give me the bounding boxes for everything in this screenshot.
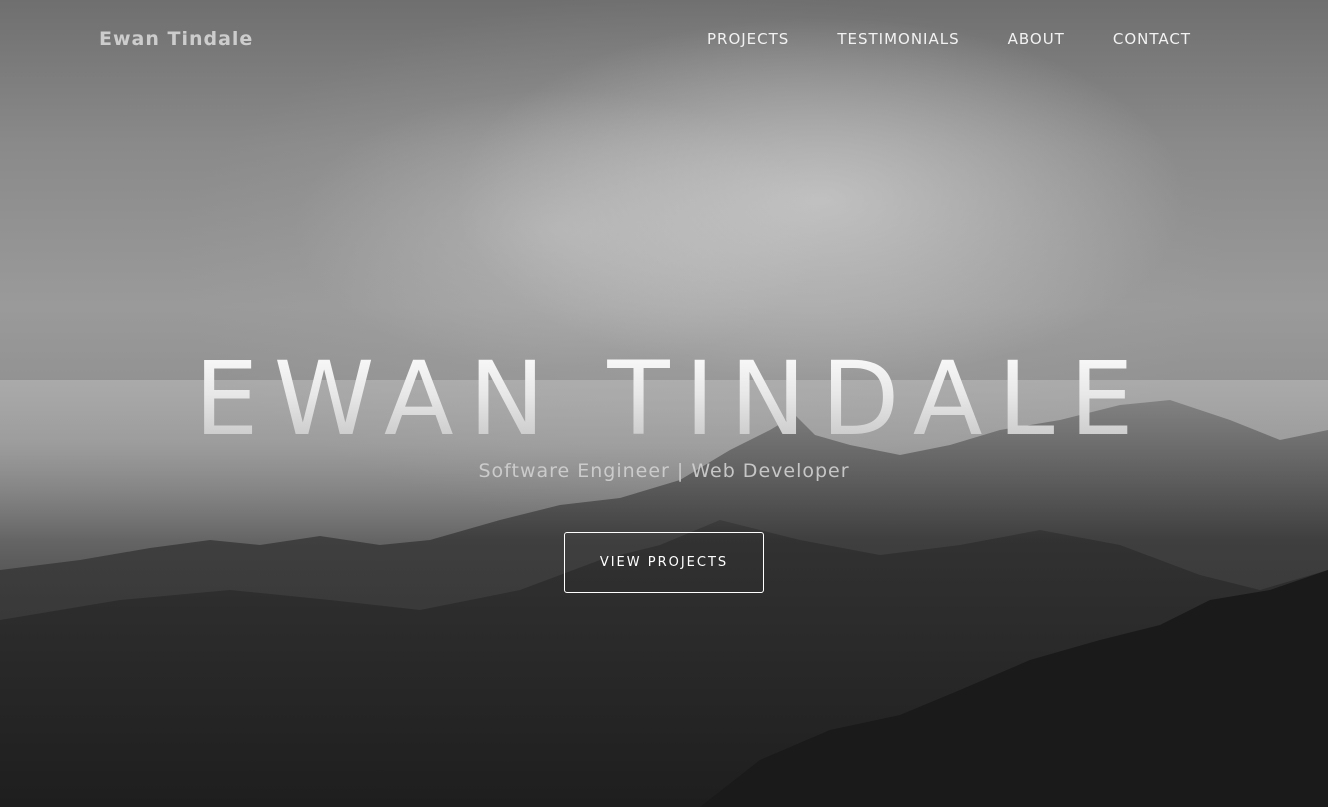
hero-section: Ewan Tindale PROJECTS TESTIMONIALS ABOUT… (0, 0, 1328, 807)
nav-link-about[interactable]: ABOUT (1008, 30, 1065, 48)
nav-link-projects[interactable]: PROJECTS (707, 30, 789, 48)
brand-logo-link[interactable]: Ewan Tindale (99, 28, 253, 50)
hero-subtitle: Software Engineer | Web Developer (478, 460, 850, 482)
view-projects-button[interactable]: VIEW PROJECTS (564, 532, 764, 593)
top-navbar: Ewan Tindale PROJECTS TESTIMONIALS ABOUT… (0, 0, 1328, 80)
hero-content: EWAN TINDALE Software Engineer | Web Dev… (0, 340, 1328, 593)
nav-link-contact[interactable]: CONTACT (1113, 30, 1191, 48)
hero-title: EWAN TINDALE (0, 340, 1328, 460)
nav-links: PROJECTS TESTIMONIALS ABOUT CONTACT (707, 30, 1191, 48)
nav-link-testimonials[interactable]: TESTIMONIALS (837, 30, 959, 48)
